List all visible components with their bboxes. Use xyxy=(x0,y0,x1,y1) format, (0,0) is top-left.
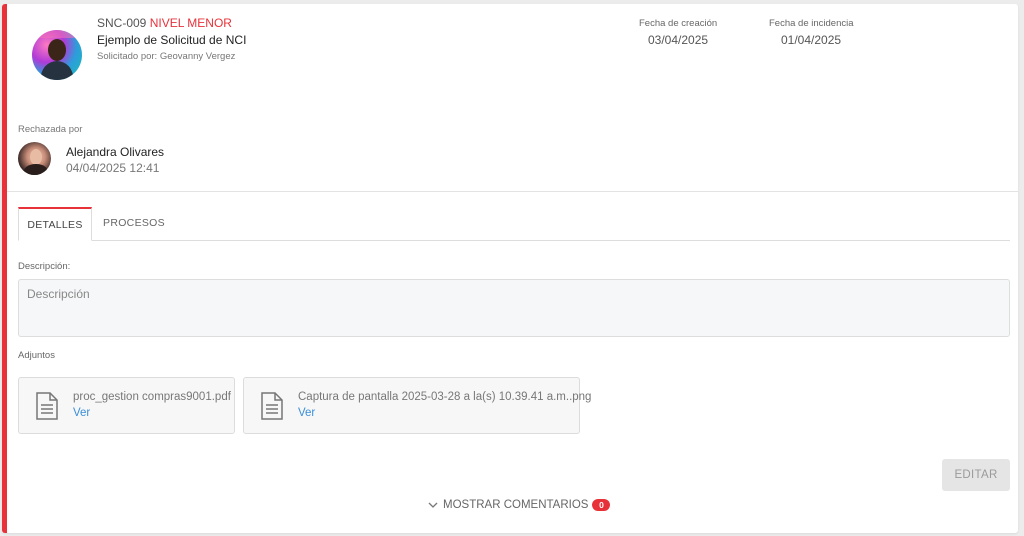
attachments-label: Adjuntos xyxy=(18,350,55,361)
attachment-view-link[interactable]: Ver xyxy=(73,407,90,419)
rejector-avatar-image xyxy=(22,149,49,175)
request-level: NIVEL MENOR xyxy=(149,16,232,30)
request-code: SNC-009 xyxy=(97,16,147,30)
incident-date-label: Fecha de incidencia xyxy=(769,18,854,29)
rejector-avatar xyxy=(18,142,51,175)
show-comments-toggle[interactable]: MOSTRAR COMENTARIOS 0 xyxy=(428,499,611,511)
requester-avatar xyxy=(32,30,82,80)
rejected-by-label: Rechazada por xyxy=(18,124,83,135)
requested-by: Solicitado por: Geovanny Vergez xyxy=(97,51,236,62)
description-label: Descripción: xyxy=(18,261,71,272)
request-code-line: SNC-009 NIVEL MENOR xyxy=(97,16,232,30)
description-field[interactable]: Descripción xyxy=(18,279,1010,337)
requester-avatar-image xyxy=(32,30,82,80)
created-date-value: 03/04/2025 xyxy=(648,33,709,47)
rejection-datetime: 04/04/2025 12:41 xyxy=(66,161,160,175)
show-comments-label: MOSTRAR COMENTARIOS xyxy=(443,499,589,511)
attachment-name: Captura de pantalla 2025-03-28 a la(s) 1… xyxy=(298,391,592,403)
edit-button[interactable]: EDITAR xyxy=(942,459,1010,491)
rejector-name: Alejandra Olivares xyxy=(66,145,165,159)
tab-bar: DETALLES PROCESOS xyxy=(18,207,1010,241)
chevron-down-icon xyxy=(428,502,438,508)
tab-procesos[interactable]: PROCESOS xyxy=(92,207,176,240)
document-icon xyxy=(36,392,58,420)
attachment-view-link[interactable]: Ver xyxy=(298,407,315,419)
attachment-card: proc_gestion compras9001.pdf Ver xyxy=(18,377,235,434)
created-date-label: Fecha de creación xyxy=(639,18,718,29)
attachment-card: Captura de pantalla 2025-03-28 a la(s) 1… xyxy=(243,377,591,434)
comments-count-badge: 0 xyxy=(592,499,611,511)
request-title: Ejemplo de Solicitud de NCI xyxy=(97,33,247,47)
incident-date-value: 01/04/2025 xyxy=(781,33,842,47)
request-card: SNC-009 NIVEL MENOR Ejemplo de Solicitud… xyxy=(2,4,1018,533)
document-icon xyxy=(261,392,283,420)
section-divider xyxy=(7,191,1018,192)
attachment-name: proc_gestion compras9001.pdf xyxy=(73,391,231,403)
tab-detalles[interactable]: DETALLES xyxy=(18,207,92,241)
